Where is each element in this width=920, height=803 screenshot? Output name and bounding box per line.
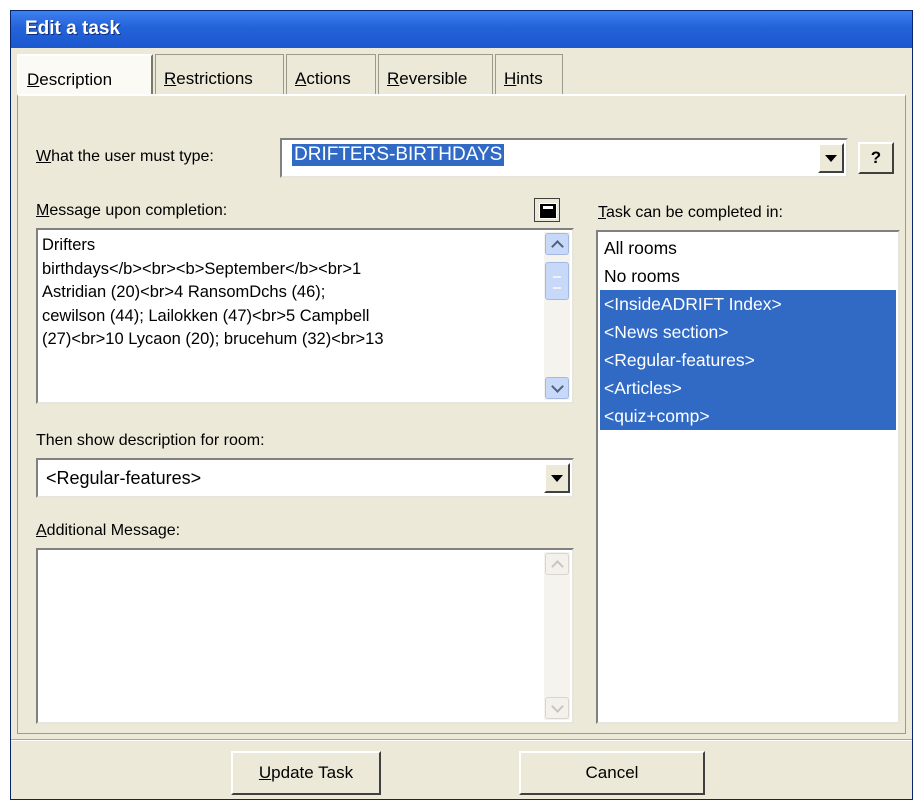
label-accel: A	[36, 522, 47, 539]
additional-scrollbar[interactable]	[544, 552, 570, 720]
scroll-up-button	[545, 553, 569, 575]
tab-label: ctions	[306, 69, 351, 88]
tab-label-accel: D	[27, 70, 40, 89]
room-desc-select[interactable]: <Regular-features>	[36, 458, 574, 498]
command-label: What the user must type:	[36, 148, 214, 166]
tab-label: escription	[39, 70, 113, 89]
chevron-down-icon	[551, 474, 563, 482]
button-label: pdate Task	[271, 763, 354, 782]
chevron-up-icon	[550, 559, 564, 573]
label-text: dditional Message:	[46, 522, 181, 539]
tab-label-accel: A	[295, 69, 307, 88]
rooms-list-item[interactable]: No rooms	[600, 262, 896, 290]
scroll-up-button[interactable]	[545, 233, 569, 255]
tab-reversible[interactable]: Reversible	[378, 54, 493, 96]
rooms-list: All rooms No rooms <InsideADRIFT Index> <Ne…	[600, 234, 896, 430]
expand-editor-icon[interactable]	[534, 198, 560, 222]
rooms-list-item[interactable]: <News section>	[600, 318, 896, 346]
help-button[interactable]: ?	[858, 142, 894, 174]
message-scrollbar[interactable]	[544, 232, 570, 400]
message-label: Message upon completion:	[36, 202, 227, 220]
title-bar[interactable]: Edit a task	[11, 11, 912, 48]
message-textarea[interactable]: Drifters birthdays</b><br><b>September</b…	[36, 228, 574, 404]
message-line: Astridian (20)<br>4 RansomDchs (46);	[42, 283, 326, 301]
chevron-down-icon	[550, 699, 564, 713]
scroll-thumb[interactable]	[545, 262, 569, 300]
label-accel: M	[36, 202, 50, 219]
rooms-list-item[interactable]: <Regular-features>	[600, 346, 896, 374]
additional-label: Additional Message:	[36, 522, 180, 540]
message-line: cewilson (44); Lailokken (47)<br>5 Campb…	[42, 306, 370, 325]
label-text: essage upon completion:	[49, 202, 228, 219]
chevron-down-icon	[825, 154, 837, 162]
rooms-list-item[interactable]: <InsideADRIFT Index>	[600, 290, 896, 318]
rooms-listbox[interactable]: All rooms No rooms <InsideADRIFT Index> <Ne…	[596, 230, 900, 724]
message-line: (27)<br>10 Lycaon (20); brucehum (32)<br…	[42, 330, 384, 348]
scroll-down-button[interactable]	[545, 377, 569, 399]
cancel-button[interactable]: Cancel	[519, 751, 705, 795]
additional-textarea[interactable]	[36, 548, 574, 724]
description-panel: What the user must type: DRIFTERS-BIRTHD…	[17, 94, 906, 734]
rooms-list-item[interactable]: <quiz+comp>	[600, 402, 896, 430]
room-desc-dropdown-button[interactable]	[544, 463, 570, 493]
label-accel: W	[36, 148, 52, 165]
command-input-value[interactable]: DRIFTERS-BIRTHDAYS	[292, 144, 505, 166]
tab-label: eversible	[399, 69, 468, 88]
tab-label: ints	[516, 69, 543, 88]
chevron-down-icon	[550, 379, 564, 393]
message-line: birthdays</b><br><b>September</b><br>1	[42, 259, 362, 278]
command-dropdown-button[interactable]	[818, 143, 844, 173]
tab-label-accel: H	[504, 69, 517, 88]
scroll-down-button	[545, 697, 569, 719]
label-accel: T	[598, 204, 606, 221]
room-desc-value: <Regular-features>	[46, 468, 202, 488]
command-combobox[interactable]: DRIFTERS-BIRTHDAYS	[280, 138, 848, 178]
button-accel: U	[258, 763, 272, 782]
window-icon	[539, 203, 557, 219]
rooms-label: Task can be completed in:	[598, 204, 783, 222]
room-desc-label: Then show description for room:	[36, 432, 265, 449]
edit-task-dialog: Edit a task Description Restrictions Act…	[10, 10, 913, 800]
tab-label: estrictions	[176, 69, 253, 88]
tab-actions[interactable]: Actions	[286, 54, 376, 96]
rooms-list-item[interactable]: All rooms	[600, 234, 896, 262]
tab-label-accel: R	[387, 69, 400, 88]
chevron-up-icon	[550, 239, 564, 253]
tab-hints[interactable]: Hints	[495, 54, 563, 96]
update-task-button[interactable]: Update Task	[231, 751, 381, 795]
tab-restrictions[interactable]: Restrictions	[155, 54, 284, 96]
footer-divider	[11, 739, 912, 741]
label-text: ask can be completed in:	[606, 204, 783, 221]
message-text[interactable]: Drifters birthdays</b><br><b>September</b…	[42, 234, 536, 352]
rooms-list-item[interactable]: <Articles>	[600, 374, 896, 402]
window-title: Edit a task	[25, 18, 121, 39]
message-line: Drifters	[42, 236, 96, 254]
tab-description[interactable]: Description	[17, 54, 153, 96]
tab-label-accel: R	[164, 69, 177, 88]
label-text: hat the user must type:	[51, 148, 214, 165]
